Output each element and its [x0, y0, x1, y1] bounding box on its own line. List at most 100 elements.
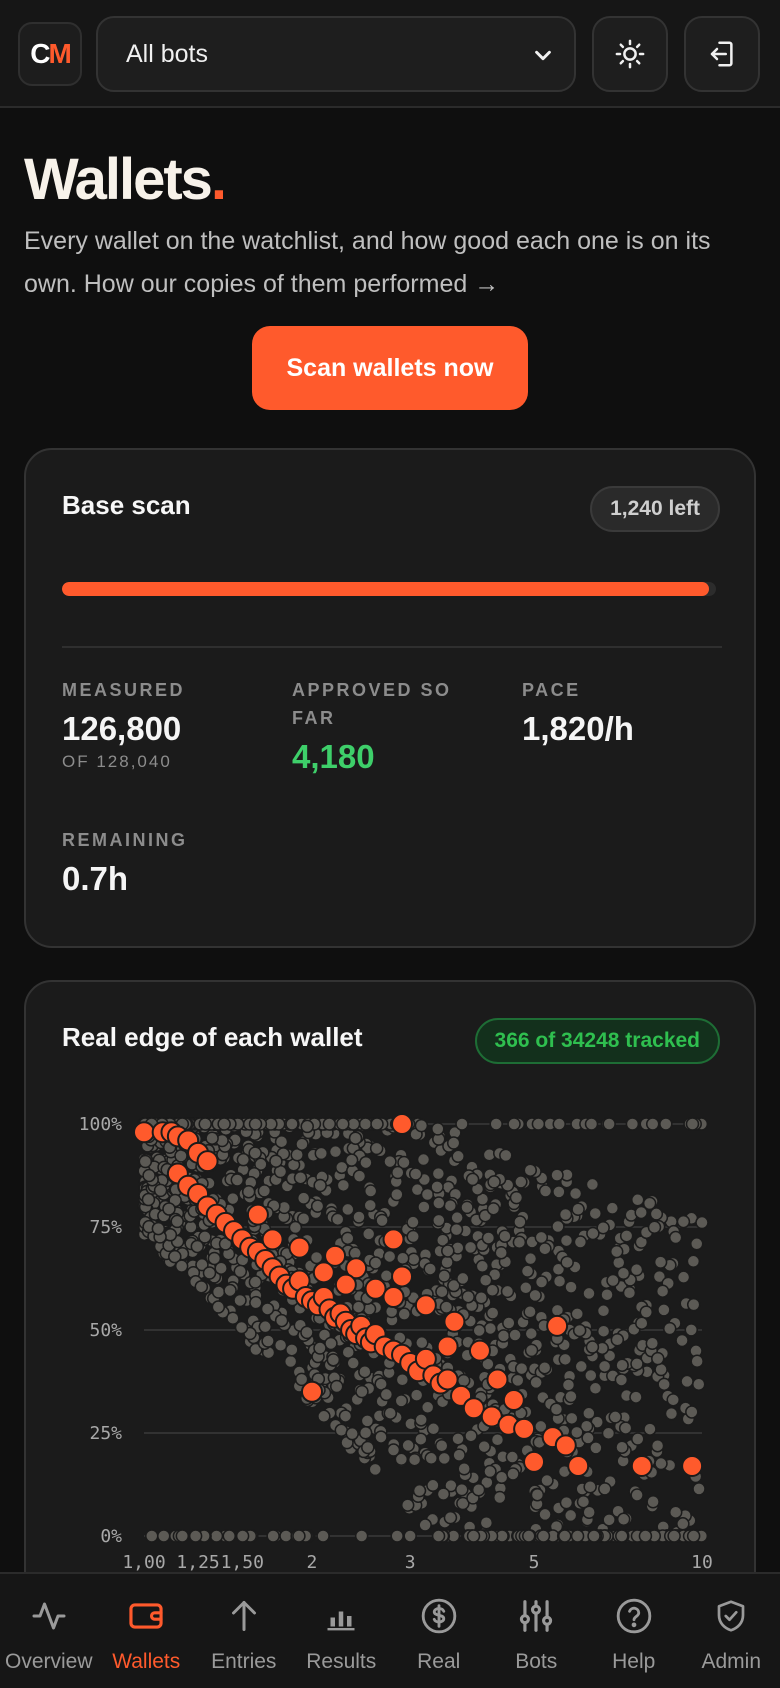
tracked-wallet-point[interactable]	[382, 1228, 405, 1251]
wallet-point	[449, 1222, 464, 1237]
wallet-point	[570, 1529, 585, 1543]
sliders-icon	[517, 1596, 555, 1636]
tracked-wallet-point[interactable]	[630, 1454, 653, 1477]
bot-select[interactable]: All bots	[96, 16, 576, 92]
nav-item-results[interactable]: Results	[293, 1574, 391, 1688]
scan-wallets-button[interactable]: Scan wallets now	[252, 326, 528, 410]
tracked-wallet-point[interactable]	[567, 1454, 590, 1477]
wallet-point	[354, 1529, 369, 1543]
wallet-point	[563, 1508, 578, 1523]
tracked-wallet-point[interactable]	[391, 1113, 414, 1135]
wallet-point	[630, 1488, 644, 1502]
tracked-wallet-point[interactable]	[300, 1380, 323, 1403]
wallet-point	[285, 1117, 299, 1131]
wallet-point	[374, 1430, 388, 1444]
wallet-point	[426, 1478, 440, 1493]
approved-label: APPROVED SO FAR	[292, 680, 452, 728]
wallet-point	[451, 1432, 465, 1446]
wallet-point	[174, 1149, 188, 1163]
wallet-point	[572, 1323, 587, 1338]
logout-button[interactable]	[684, 16, 760, 92]
tracked-wallet-point[interactable]	[391, 1265, 414, 1288]
wallet-point	[395, 1251, 410, 1266]
tracked-wallet-point[interactable]	[523, 1450, 546, 1473]
wallet-point	[194, 1280, 209, 1294]
tracked-wallet-point[interactable]	[382, 1286, 405, 1309]
theme-toggle-button[interactable]	[592, 16, 668, 92]
wallet-point	[175, 1529, 190, 1543]
wallet-point	[431, 1529, 446, 1543]
wallet-point	[274, 1313, 289, 1328]
nav-item-wallets[interactable]: Wallets	[98, 1574, 196, 1688]
wallet-point	[423, 1262, 437, 1276]
wallet-point	[534, 1275, 549, 1289]
measured-value: 126,800	[62, 710, 182, 747]
wallet-point	[490, 1433, 505, 1447]
tracked-wallet-point[interactable]	[288, 1236, 311, 1259]
tracked-wallet-point[interactable]	[364, 1277, 387, 1300]
wallet-point	[248, 1146, 262, 1160]
tracked-wallet-point[interactable]	[196, 1150, 219, 1173]
tracked-wallet-point[interactable]	[436, 1335, 459, 1358]
approved-stat: APPROVED SO FAR 4,180	[292, 676, 502, 776]
wallet-point	[346, 1356, 360, 1370]
wallet-point	[414, 1432, 428, 1446]
page-subtitle[interactable]: Every wallet on the watchlist, and how g…	[24, 220, 754, 306]
wallet-point	[512, 1235, 527, 1250]
wallet-point	[695, 1215, 709, 1230]
tracked-wallet-point[interactable]	[334, 1273, 357, 1296]
wallet-point	[552, 1274, 567, 1288]
wallet-point	[523, 1305, 537, 1319]
tracked-wallet-point[interactable]	[681, 1454, 704, 1477]
app-logo[interactable]: CM	[18, 22, 82, 86]
tracked-wallet-point[interactable]	[502, 1389, 525, 1412]
wallet-point	[685, 1405, 699, 1419]
tracked-wallet-point[interactable]	[312, 1261, 335, 1284]
tracked-wallet-point[interactable]	[462, 1397, 485, 1420]
wallet-point	[692, 1377, 706, 1392]
wallet-point	[211, 1285, 226, 1299]
nav-item-help[interactable]: Help	[585, 1574, 683, 1688]
wallet-point	[416, 1152, 431, 1167]
tracked-wallet-point[interactable]	[436, 1368, 459, 1391]
tracked-wallet-point[interactable]	[261, 1228, 284, 1251]
wallet-point	[217, 1117, 231, 1131]
wallet-point	[328, 1144, 343, 1159]
wallet-point	[326, 1353, 341, 1367]
tracked-wallet-point[interactable]	[246, 1203, 269, 1226]
wallet-point	[162, 1202, 176, 1216]
wallet-point	[435, 1284, 449, 1299]
tracked-wallet-point[interactable]	[443, 1310, 466, 1333]
nav-item-bots[interactable]: Bots	[488, 1574, 586, 1688]
tracked-wallet-point[interactable]	[513, 1417, 536, 1440]
wallet-point	[690, 1354, 704, 1368]
wallet-point	[409, 1388, 424, 1402]
tracked-wallet-point[interactable]	[133, 1121, 155, 1144]
wallet-point	[629, 1262, 644, 1277]
tracked-wallet-point[interactable]	[468, 1339, 491, 1362]
tracked-wallet-point[interactable]	[546, 1314, 569, 1337]
wallet-point	[436, 1487, 451, 1501]
wallet-point	[358, 1117, 373, 1131]
wallet-point	[414, 1118, 429, 1133]
left-count-badge: 1,240 left	[590, 486, 720, 532]
wallet-point	[489, 1117, 503, 1131]
wallet-point	[406, 1229, 420, 1244]
nav-item-entries[interactable]: Entries	[195, 1574, 293, 1688]
tracked-wallet-point[interactable]	[554, 1434, 577, 1457]
wallet-point	[654, 1456, 668, 1471]
wallet-point	[400, 1498, 415, 1512]
nav-item-real[interactable]: Real	[390, 1574, 488, 1688]
wallet-point	[241, 1184, 256, 1199]
logo-letter-c: C	[30, 38, 50, 69]
nav-item-admin[interactable]: Admin	[683, 1574, 780, 1688]
wallet-point	[300, 1119, 314, 1134]
wallet-point	[465, 1172, 480, 1187]
tracked-wallet-point[interactable]	[414, 1294, 437, 1317]
wallet-point	[412, 1483, 427, 1498]
card-divider	[62, 646, 722, 648]
pace-label: PACE	[522, 680, 581, 700]
tracked-wallet-point[interactable]	[486, 1368, 509, 1391]
wallet-point	[456, 1271, 470, 1286]
nav-item-overview[interactable]: Overview	[0, 1574, 98, 1688]
